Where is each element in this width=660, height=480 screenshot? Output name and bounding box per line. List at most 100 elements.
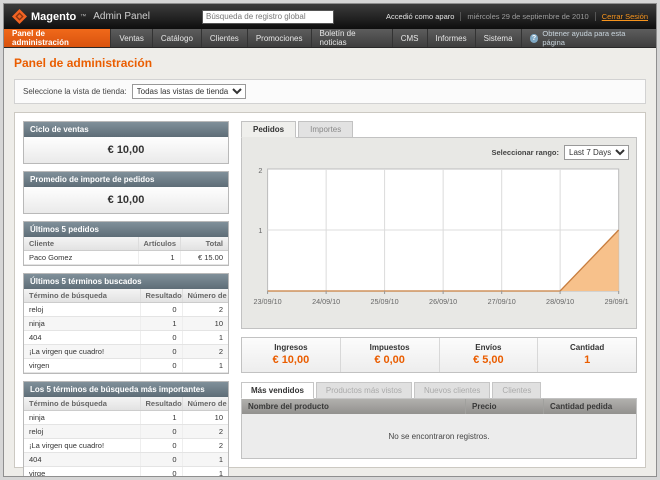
last-search-terms-title: Últimos 5 términos buscados xyxy=(24,274,228,289)
cell-results: 0 xyxy=(140,439,182,453)
nav-item-ventas[interactable]: Ventas xyxy=(111,29,152,47)
last-orders-box: Últimos 5 pedidos Cliente Artículos Tota… xyxy=(23,221,229,266)
x-tick-label: 27/09/10 xyxy=(488,298,516,306)
table-row[interactable]: ¡La virgen que cuadro! 0 2 xyxy=(24,345,228,359)
grid-header: Nombre del producto Precio Cantidad pedi… xyxy=(242,399,636,414)
cell-results: 0 xyxy=(140,425,182,439)
grid-empty-message: No se encontraron registros. xyxy=(242,414,636,458)
table-row[interactable]: virgen 0 1 xyxy=(24,359,228,373)
nav-item-clientes[interactable]: Clientes xyxy=(202,29,248,47)
x-tick-label: 28/09/10 xyxy=(546,298,574,306)
cell-term[interactable]: reloj xyxy=(24,303,140,317)
grid-column-qty[interactable]: Cantidad pedida xyxy=(544,399,636,414)
tab-nuevos-clientes: Nuevos clientes xyxy=(414,382,490,399)
top-search-terms-title: Los 5 términos de búsqueda más important… xyxy=(24,382,228,397)
nav-item-cms[interactable]: CMS xyxy=(393,29,428,47)
cell-term[interactable]: ninja xyxy=(24,317,140,331)
table-row[interactable]: reloj 0 2 xyxy=(24,303,228,317)
brand: Magento™ Admin Panel xyxy=(12,9,150,24)
cell-term[interactable]: 404 xyxy=(24,331,140,345)
stat-impuestos: Impuestos € 0,00 xyxy=(340,338,439,372)
cell-term[interactable]: 404 xyxy=(24,453,140,467)
table-row[interactable]: virge 0 1 xyxy=(24,467,228,478)
cell-results: 0 xyxy=(140,345,182,359)
user-info: Accedió como aparo miércoles 29 de septi… xyxy=(386,12,648,21)
grid-column-price[interactable]: Precio xyxy=(466,399,544,414)
column-header: Número de usos xyxy=(182,397,228,411)
cell-results: 1 xyxy=(140,411,182,425)
top-search-terms-table: Término de búsqueda Resultados Número de… xyxy=(24,397,228,477)
cell-uses: 1 xyxy=(182,359,228,373)
last-search-terms-table: Término de búsqueda Resultados Número de… xyxy=(24,289,228,373)
average-orders-value: € 10,00 xyxy=(24,187,228,213)
cell-term[interactable]: ninja xyxy=(24,411,140,425)
cell-items: 1 xyxy=(138,251,180,265)
stat-label: Impuestos xyxy=(341,343,439,352)
logout-link[interactable]: Cerrar Sesión xyxy=(595,12,648,21)
y-tick-label: 1 xyxy=(258,227,262,235)
cell-uses: 2 xyxy=(182,439,228,453)
stat-label: Envíos xyxy=(440,343,538,352)
cell-term[interactable]: ¡La virgen que cuadro! xyxy=(24,345,140,359)
cell-results: 0 xyxy=(140,453,182,467)
last-orders-title: Últimos 5 pedidos xyxy=(24,222,228,237)
help-link-label: Obtener ayuda para esta página xyxy=(542,29,648,47)
brand-name: Magento xyxy=(31,11,76,23)
x-tick-label: 26/09/10 xyxy=(429,298,457,306)
table-row[interactable]: Paco Gomez 1 € 15.00 xyxy=(24,251,228,265)
table-row[interactable]: 404 0 1 xyxy=(24,331,228,345)
store-view-switcher: Seleccione la vista de tienda: Todas las… xyxy=(14,79,646,104)
store-view-select[interactable]: Todas las vistas de tienda xyxy=(132,84,246,99)
cell-uses: 2 xyxy=(182,425,228,439)
nav-item-promociones[interactable]: Promociones xyxy=(248,29,312,47)
tab-importes[interactable]: Importes xyxy=(298,121,353,138)
table-row[interactable]: ninja 1 10 xyxy=(24,411,228,425)
help-link[interactable]: ? Obtener ayuda para esta página xyxy=(522,29,656,47)
cell-term[interactable]: ¡La virgen que cuadro! xyxy=(24,439,140,453)
nav-item-informes[interactable]: Informes xyxy=(428,29,476,47)
top-search-terms-box: Los 5 términos de búsqueda más important… xyxy=(23,381,229,477)
current-date: miércoles 29 de septiembre de 2010 xyxy=(460,12,594,21)
table-row[interactable]: ninja 1 10 xyxy=(24,317,228,331)
stat-value: € 10,00 xyxy=(242,354,340,366)
y-tick-label: 2 xyxy=(258,167,262,175)
cell-term[interactable]: virgen xyxy=(24,359,140,373)
brand-suffix: Admin Panel xyxy=(93,11,150,22)
cell-uses: 1 xyxy=(182,331,228,345)
tab-pedidos[interactable]: Pedidos xyxy=(241,121,296,138)
cell-customer[interactable]: Paco Gomez xyxy=(24,251,138,265)
page-title: Panel de administración xyxy=(14,56,646,70)
last-search-terms-box: Últimos 5 términos buscados Término de b… xyxy=(23,273,229,374)
bestsellers-grid: Nombre del producto Precio Cantidad pedi… xyxy=(241,398,637,459)
magento-admin-window: Magento™ Admin Panel Accedió como aparo … xyxy=(3,3,657,477)
nav-item-sistema[interactable]: Sistema xyxy=(476,29,522,47)
tab-productos-mas-vistos: Productos más vistos xyxy=(316,382,412,399)
cell-term[interactable]: virge xyxy=(24,467,140,478)
range-select[interactable]: Last 7 Days xyxy=(564,145,629,160)
table-row[interactable]: 404 0 1 xyxy=(24,453,228,467)
cell-uses: 1 xyxy=(182,467,228,478)
cell-term[interactable]: reloj xyxy=(24,425,140,439)
nav-item-boletin[interactable]: Boletín de noticias xyxy=(312,29,393,47)
x-tick-label: 25/09/10 xyxy=(371,298,399,306)
nav-item-catalogo[interactable]: Catálogo xyxy=(153,29,202,47)
range-label: Seleccionar rango: xyxy=(491,148,559,157)
x-tick-label: 23/09/10 xyxy=(254,298,282,306)
table-row[interactable]: ¡La virgen que cuadro! 0 2 xyxy=(24,439,228,453)
products-tabs: Más vendidos Productos más vistos Nuevos… xyxy=(241,382,637,399)
table-row[interactable]: reloj 0 2 xyxy=(24,425,228,439)
tab-mas-vendidos[interactable]: Más vendidos xyxy=(241,382,314,399)
column-header: Número de usos xyxy=(182,289,228,303)
help-icon: ? xyxy=(530,34,539,43)
range-selector: Seleccionar rango: Last 7 Days xyxy=(249,145,629,160)
x-tick-label: 29/09/10 xyxy=(605,298,629,306)
cell-results: 0 xyxy=(140,303,182,317)
lifetime-sales-value: € 10,00 xyxy=(24,137,228,163)
grid-column-product[interactable]: Nombre del producto xyxy=(242,399,466,414)
global-search-input[interactable] xyxy=(202,10,334,24)
cell-uses: 2 xyxy=(182,303,228,317)
column-header: Total xyxy=(180,237,228,251)
column-header: Término de búsqueda xyxy=(24,397,140,411)
column-header: Término de búsqueda xyxy=(24,289,140,303)
nav-item-dashboard[interactable]: Panel de administración xyxy=(4,29,111,47)
